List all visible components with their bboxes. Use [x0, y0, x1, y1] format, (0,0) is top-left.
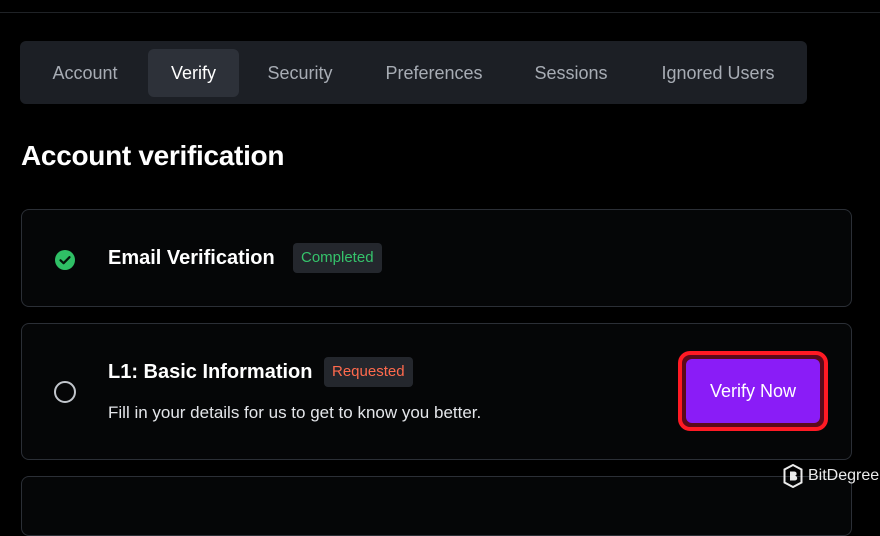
email-verification-card: Email Verification Completed [21, 209, 852, 307]
watermark-text: BitDegree [808, 467, 880, 484]
l1-title: L1: Basic Information [108, 361, 313, 383]
status-badge-requested: Requested [324, 357, 413, 387]
tab-account[interactable]: Account [31, 49, 139, 97]
check-circle-icon [55, 250, 75, 270]
l1-description: Fill in your details for us to get to kn… [108, 403, 482, 422]
verify-now-button[interactable]: Verify Now [686, 359, 820, 423]
radio-empty-icon[interactable] [54, 381, 76, 403]
next-verification-card [21, 476, 852, 536]
tab-preferences[interactable]: Preferences [364, 49, 504, 97]
settings-tab-bar: Account Verify Security Preferences Sess… [20, 41, 807, 104]
bitdegree-logo-icon [783, 464, 803, 488]
email-verification-title: Email Verification [108, 247, 275, 269]
tab-ignored-users[interactable]: Ignored Users [637, 49, 799, 97]
tab-sessions[interactable]: Sessions [514, 49, 628, 97]
l1-basic-information-card: L1: Basic Information Requested Fill in … [21, 323, 852, 460]
tab-security[interactable]: Security [247, 49, 353, 97]
tab-verify[interactable]: Verify [148, 49, 239, 97]
top-divider [0, 12, 880, 13]
verify-now-highlight: Verify Now [678, 351, 828, 431]
status-badge-completed: Completed [293, 243, 382, 273]
page-title: Account verification [21, 140, 285, 171]
bitdegree-watermark: BitDegree [783, 463, 879, 489]
